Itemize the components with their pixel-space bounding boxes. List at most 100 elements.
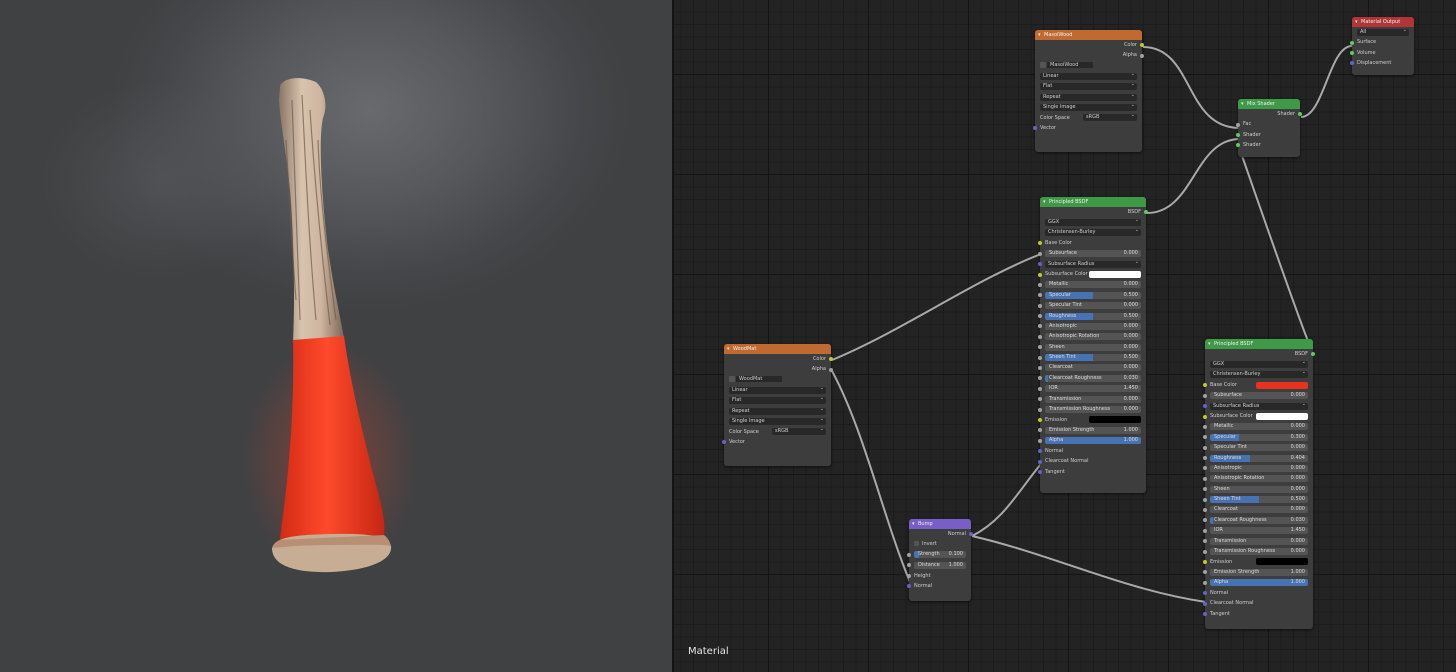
- socket[interactable]: [1350, 40, 1354, 45]
- socket[interactable]: [1033, 126, 1037, 131]
- shader-node-editor[interactable]: MasoiWood Color Alpha MasoiWood Linear F…: [674, 0, 1456, 672]
- socket[interactable]: [1203, 383, 1207, 388]
- socket[interactable]: [1038, 397, 1042, 402]
- extension-select[interactable]: Repeat: [1040, 92, 1137, 101]
- socket[interactable]: [1203, 445, 1207, 450]
- socket[interactable]: [1298, 112, 1302, 117]
- value-field[interactable]: Metallic 0.000: [1045, 281, 1141, 289]
- value-field[interactable]: Clearcoat Roughness 0.030: [1045, 374, 1141, 382]
- socket[interactable]: [1144, 210, 1148, 215]
- value-field[interactable]: Roughness 0.500: [1045, 312, 1141, 320]
- socket[interactable]: [1038, 293, 1042, 298]
- distance-field[interactable]: Distance 1.000: [914, 561, 966, 569]
- value-field[interactable]: Anisotropic 0.000: [1210, 464, 1308, 472]
- socket[interactable]: [1236, 122, 1240, 127]
- node-header[interactable]: Material Output: [1352, 17, 1414, 27]
- value-field[interactable]: Specular Tint 0.000: [1045, 302, 1141, 310]
- subsurface-radius-select[interactable]: Subsurface Radius: [1045, 259, 1141, 268]
- value-field[interactable]: Emission Strength 1.000: [1210, 568, 1308, 576]
- node-header[interactable]: Bump: [909, 519, 971, 529]
- value-field[interactable]: Roughness 0.404: [1210, 454, 1308, 462]
- socket[interactable]: [1038, 272, 1042, 277]
- value-field[interactable]: Emission Strength 1.000: [1045, 426, 1141, 434]
- projection-select[interactable]: Flat: [1040, 81, 1137, 91]
- value-field[interactable]: Metallic 0.000: [1210, 423, 1308, 431]
- emission-color-swatch[interactable]: [1089, 416, 1141, 424]
- socket[interactable]: [907, 552, 911, 557]
- value-field[interactable]: Subsurface 0.000: [1045, 250, 1141, 258]
- socket[interactable]: [1038, 469, 1042, 474]
- node-header[interactable]: MasoiWood: [1035, 30, 1142, 40]
- socket[interactable]: [969, 532, 973, 537]
- socket[interactable]: [1203, 404, 1207, 409]
- node-header[interactable]: Principled BSDF: [1040, 197, 1146, 207]
- socket[interactable]: [1203, 508, 1207, 513]
- value-field[interactable]: Alpha 1.000: [1210, 579, 1308, 587]
- value-field[interactable]: Specular 0.300: [1210, 433, 1308, 441]
- socket[interactable]: [1203, 456, 1207, 461]
- socket[interactable]: [1038, 386, 1042, 391]
- socket[interactable]: [1203, 518, 1207, 523]
- value-field[interactable]: Transmission 0.000: [1210, 537, 1308, 545]
- socket[interactable]: [1038, 449, 1042, 454]
- extension-select[interactable]: Repeat: [729, 406, 826, 415]
- socket[interactable]: [829, 367, 833, 372]
- value-field[interactable]: Transmission Roughness 0.000: [1210, 548, 1308, 556]
- distribution-select[interactable]: GGX: [1210, 359, 1308, 368]
- principled-bsdf-node-2[interactable]: Principled BSDF BSDF GGX Christensen-Bur…: [1203, 339, 1315, 629]
- bump-node[interactable]: Bump Normal Invert Strength0.100 Distanc…: [907, 519, 973, 601]
- value-field[interactable]: Clearcoat 0.000: [1210, 506, 1308, 514]
- socket[interactable]: [1038, 262, 1042, 267]
- socket[interactable]: [1038, 418, 1042, 422]
- source-select[interactable]: Single Image: [729, 416, 826, 425]
- node-header[interactable]: Principled BSDF: [1205, 339, 1313, 349]
- image-texture-node-woodmat[interactable]: WoodMat Color Alpha WoodMat Linear Flat …: [722, 344, 833, 466]
- socket[interactable]: [1038, 324, 1042, 329]
- base-color-swatch[interactable]: [1256, 381, 1308, 389]
- value-field[interactable]: Transmission 0.000: [1045, 395, 1141, 403]
- emission-color-swatch[interactable]: [1256, 558, 1308, 566]
- socket[interactable]: [1350, 61, 1354, 66]
- interpolation-select[interactable]: Linear: [1040, 71, 1137, 80]
- socket[interactable]: [1203, 591, 1207, 596]
- socket[interactable]: [907, 584, 911, 589]
- socket[interactable]: [1038, 355, 1042, 360]
- socket[interactable]: [1236, 132, 1240, 137]
- target-select[interactable]: All: [1357, 27, 1409, 36]
- socket[interactable]: [1203, 424, 1207, 429]
- socket[interactable]: [1203, 560, 1207, 564]
- value-field[interactable]: Sheen 0.000: [1210, 485, 1308, 493]
- node-header[interactable]: WoodMat: [724, 344, 831, 354]
- socket[interactable]: [1203, 435, 1207, 440]
- distribution-select[interactable]: GGX: [1045, 217, 1141, 226]
- value-field[interactable]: Anisotropic Rotation 0.000: [1210, 475, 1308, 483]
- node-header[interactable]: Mix Shader: [1238, 99, 1300, 109]
- socket[interactable]: [1038, 459, 1042, 464]
- value-field[interactable]: Clearcoat Roughness 0.030: [1210, 516, 1308, 524]
- subsurface-color-swatch[interactable]: [1089, 270, 1141, 278]
- socket[interactable]: [1203, 601, 1207, 606]
- value-field[interactable]: Alpha 1.000: [1045, 437, 1141, 445]
- socket[interactable]: [1203, 539, 1207, 544]
- socket[interactable]: [1203, 580, 1207, 585]
- socket[interactable]: [1038, 314, 1042, 319]
- socket[interactable]: [1203, 476, 1207, 481]
- subsurface-color-swatch[interactable]: [1256, 412, 1308, 420]
- value-field[interactable]: Specular 0.500: [1045, 291, 1141, 299]
- socket[interactable]: [1203, 549, 1207, 554]
- value-field[interactable]: Sheen Tint 0.500: [1045, 354, 1141, 362]
- invert-checkbox[interactable]: Invert: [909, 539, 971, 549]
- socket[interactable]: [1038, 366, 1042, 371]
- value-field[interactable]: Clearcoat 0.000: [1045, 364, 1141, 372]
- socket[interactable]: [1038, 438, 1042, 443]
- value-field[interactable]: Sheen Tint 0.500: [1210, 496, 1308, 504]
- socket[interactable]: [829, 357, 833, 362]
- socket[interactable]: [1350, 50, 1354, 55]
- projection-select[interactable]: Flat: [729, 395, 826, 405]
- value-field[interactable]: IOR 1.450: [1210, 527, 1308, 535]
- subsurface-method-select[interactable]: Christensen-Burley: [1045, 227, 1141, 237]
- socket[interactable]: [1203, 611, 1207, 616]
- socket[interactable]: [1203, 487, 1207, 492]
- socket[interactable]: [1038, 428, 1042, 433]
- socket[interactable]: [1203, 466, 1207, 471]
